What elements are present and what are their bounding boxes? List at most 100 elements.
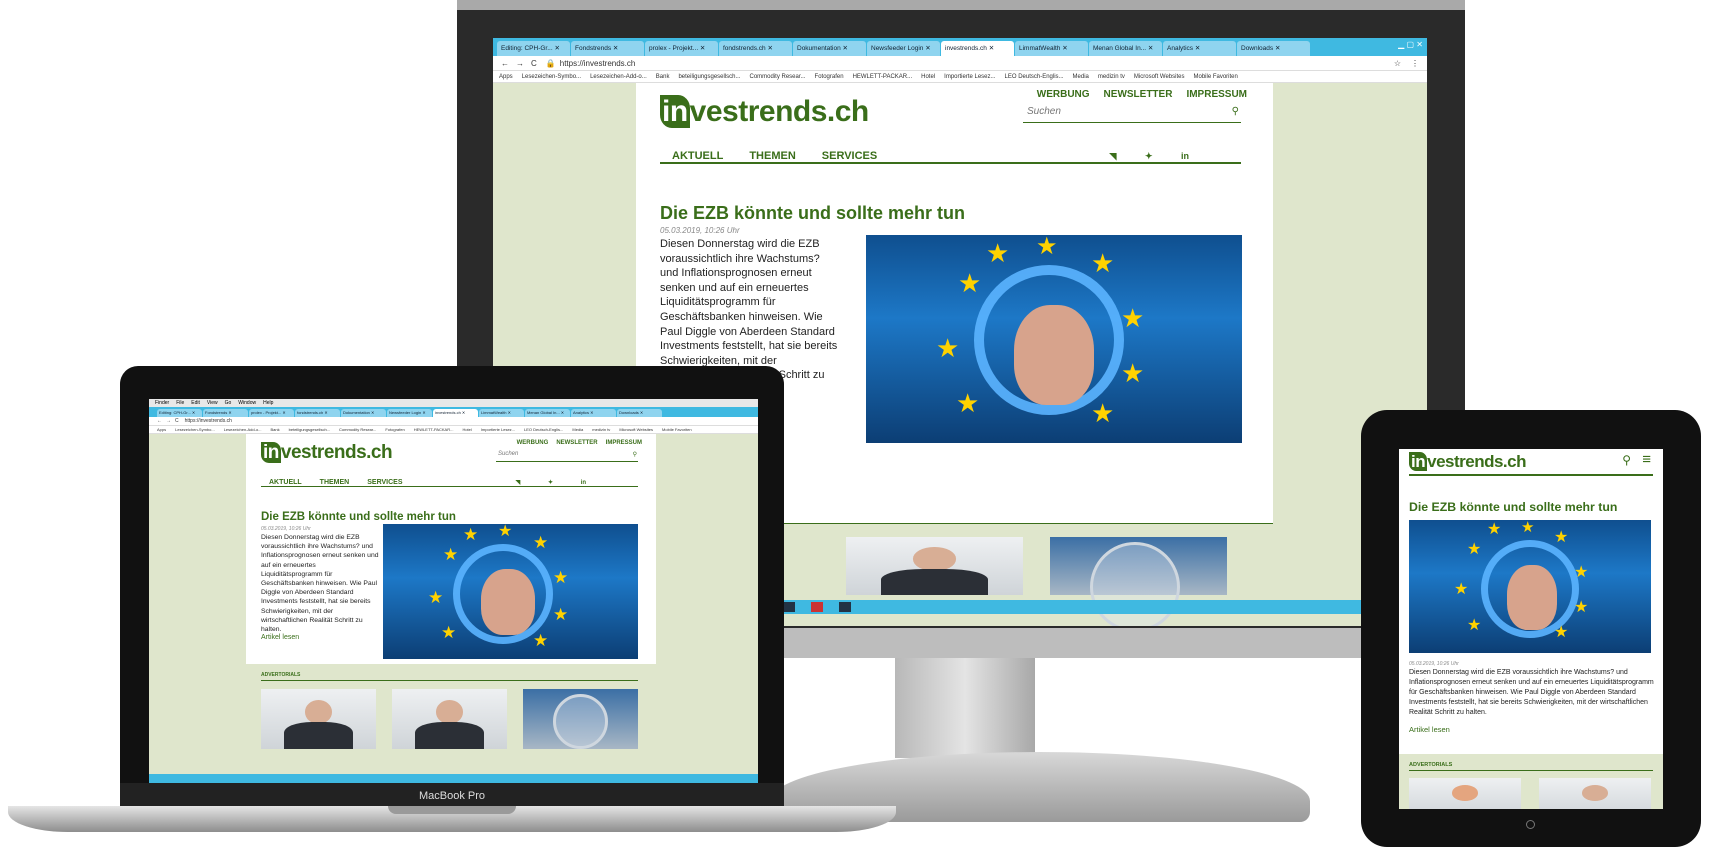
advertorial-photo-1[interactable]	[261, 689, 376, 749]
rss-icon[interactable]: ◥	[1110, 151, 1117, 161]
url-text[interactable]: https://investrends.ch	[185, 418, 232, 424]
taskbar-app-icon[interactable]	[783, 602, 795, 612]
browser-tab[interactable]: investrends.ch ✕	[941, 41, 1014, 56]
taskbar-app-icon-2[interactable]	[839, 602, 851, 612]
bookmark-item[interactable]: LEO Deutsch-Englis...	[524, 427, 563, 432]
mac-menu-item[interactable]: File	[176, 400, 184, 406]
advertorial-photo-2[interactable]	[846, 537, 1023, 595]
browser-tab[interactable]: Downloads ✕	[617, 409, 662, 417]
browser-tab[interactable]: Newsfeeder Login ✕	[387, 409, 432, 417]
read-more-link[interactable]: Artikel lesen	[261, 634, 299, 641]
site-logo[interactable]: investrends.ch	[660, 95, 869, 129]
bookmark-item[interactable]: Commodity Resear...	[339, 427, 376, 432]
nav-themen[interactable]: THEMEN	[749, 150, 795, 162]
article-headline[interactable]: Die EZB könnte und sollte mehr tun	[261, 511, 456, 523]
bookmark-item[interactable]: Hotel	[921, 74, 935, 80]
nav-services[interactable]: SERVICES	[822, 150, 877, 162]
search-input[interactable]: Suchen ⚲	[1023, 106, 1241, 123]
mac-menu-item[interactable]: Edit	[191, 400, 200, 406]
bookmark-item[interactable]: Bank	[656, 74, 670, 80]
bookmark-item[interactable]: Bank	[271, 427, 280, 432]
menu-dots-icon[interactable]: ⋮	[1411, 59, 1419, 68]
tablet-home-button[interactable]	[1526, 820, 1535, 829]
mac-menu-item[interactable]: View	[207, 400, 218, 406]
nav-aktuell[interactable]: AKTUELL	[269, 479, 302, 486]
reload-icon[interactable]: C	[175, 418, 179, 424]
browser-tab[interactable]: Analytics ✕	[1163, 41, 1236, 56]
pdf-icon[interactable]	[811, 602, 823, 612]
browser-tab[interactable]: Dokumentation ✕	[793, 41, 866, 56]
bookmark-item[interactable]: Microsoft Websites	[619, 427, 653, 432]
bookmark-item[interactable]: Microsoft Websites	[1134, 74, 1185, 80]
hamburger-menu-icon[interactable]: ≡	[1642, 451, 1651, 468]
browser-tab[interactable]: Newsfeeder Login ✕	[867, 41, 940, 56]
search-icon[interactable]: ⚲	[1622, 453, 1631, 467]
bookmark-item[interactable]: Mobile Favoriten	[1193, 74, 1237, 80]
browser-tab[interactable]: Dokumentation ✕	[341, 409, 386, 417]
article-headline[interactable]: Die EZB könnte und sollte mehr tun	[1409, 500, 1617, 514]
article-image[interactable]: ★ ★ ★ ★ ★ ★ ★ ★ ★	[383, 524, 638, 659]
url-text[interactable]: https://investrends.ch	[560, 59, 636, 68]
advertorial-photo-2[interactable]	[1539, 778, 1651, 809]
forward-icon[interactable]: →	[166, 418, 171, 424]
bookmark-item[interactable]: Lesezeichen-Add-o...	[224, 427, 262, 432]
star-icon[interactable]: ☆	[1394, 59, 1401, 68]
linkedin-icon[interactable]: in	[581, 480, 586, 486]
bookmark-item[interactable]: Lesezeichen-Add-o...	[590, 74, 647, 80]
article-image[interactable]: ★ ★ ★ ★ ★ ★ ★ ★ ★	[866, 235, 1242, 443]
nav-impressum[interactable]: IMPRESSUM	[1186, 89, 1247, 100]
bookmark-item[interactable]: HEWLETT-PACKAR...	[414, 427, 454, 432]
bookmark-item[interactable]: Mobile Favoriten	[662, 427, 692, 432]
rss-icon[interactable]: ◥	[516, 480, 521, 486]
bookmark-item[interactable]: beteiligungsgesellsch...	[678, 74, 740, 80]
browser-tab[interactable]: prolex - Projekt... ✕	[645, 41, 718, 56]
bookmark-item[interactable]: HEWLETT-PACKAR...	[853, 74, 913, 80]
browser-tab[interactable]: Fondstrends ✕	[571, 41, 644, 56]
nav-werbung[interactable]: WERBUNG	[1037, 89, 1090, 100]
bookmark-item[interactable]: Media	[572, 427, 583, 432]
advertorial-photo-3[interactable]	[523, 689, 638, 749]
browser-tab[interactable]: Fondstrends ✕	[203, 409, 248, 417]
search-input[interactable]: Suchen ⚲	[496, 451, 638, 462]
bookmark-item[interactable]: medizin tv	[592, 427, 610, 432]
browser-tab[interactable]: LimmatWealth ✕	[479, 409, 524, 417]
bookmark-item[interactable]: Fotografen	[815, 74, 844, 80]
search-icon[interactable]: ⚲	[633, 451, 637, 458]
browser-tab[interactable]: investrends.ch ✕	[433, 409, 478, 417]
bookmark-item[interactable]: Fotografen	[385, 427, 404, 432]
browser-tab[interactable]: LimmatWealth ✕	[1015, 41, 1088, 56]
bookmark-item[interactable]: Media	[1073, 74, 1089, 80]
site-logo[interactable]: investrends.ch	[1409, 452, 1526, 472]
forward-icon[interactable]: →	[516, 59, 524, 68]
twitter-icon[interactable]: ✦	[548, 480, 553, 486]
bookmark-item[interactable]: Importierte Lesez...	[944, 74, 995, 80]
browser-tab[interactable]: Editing: CPH-Gr... ✕	[157, 409, 202, 417]
bookmark-item[interactable]: Apps	[157, 427, 166, 432]
bookmark-item[interactable]: Hotel	[462, 427, 471, 432]
bookmark-item[interactable]: LEO Deutsch-Englis...	[1005, 74, 1064, 80]
bookmark-item[interactable]: beteiligungsgesellsch...	[289, 427, 330, 432]
advertorial-photo-3[interactable]	[1050, 537, 1227, 626]
mac-menu-item[interactable]: Finder	[155, 400, 169, 406]
article-image[interactable]: ★ ★ ★ ★ ★ ★ ★ ★ ★	[1409, 520, 1651, 653]
browser-tab[interactable]: fondstrends.ch ✕	[719, 41, 792, 56]
bookmark-item[interactable]: medizin tv	[1098, 74, 1125, 80]
search-icon[interactable]: ⚲	[1232, 106, 1239, 117]
nav-themen[interactable]: THEMEN	[320, 479, 350, 486]
browser-tab[interactable]: Menan Global In... ✕	[1089, 41, 1162, 56]
bookmark-item[interactable]: Importierte Lesez...	[481, 427, 515, 432]
site-logo[interactable]: investrends.ch	[261, 442, 393, 464]
advertorial-photo-2[interactable]	[392, 689, 507, 749]
nav-werbung[interactable]: WERBUNG	[517, 440, 549, 446]
bookmark-item[interactable]: Apps	[499, 74, 513, 80]
browser-tab[interactable]: fondstrends.ch ✕	[295, 409, 340, 417]
read-more-link[interactable]: Artikel lesen	[1409, 725, 1450, 734]
browser-tab[interactable]: prolex - Projekt... ✕	[249, 409, 294, 417]
mac-menu-item[interactable]: Window	[238, 400, 256, 406]
bookmark-item[interactable]: Commodity Resear...	[750, 74, 806, 80]
nav-impressum[interactable]: IMPRESSUM	[606, 440, 642, 446]
nav-newsletter[interactable]: NEWSLETTER	[1104, 89, 1173, 100]
back-icon[interactable]: ←	[501, 59, 509, 68]
bookmark-item[interactable]: Lesezeichen-Symbo...	[522, 74, 581, 80]
mac-menu-item[interactable]: Go	[225, 400, 232, 406]
